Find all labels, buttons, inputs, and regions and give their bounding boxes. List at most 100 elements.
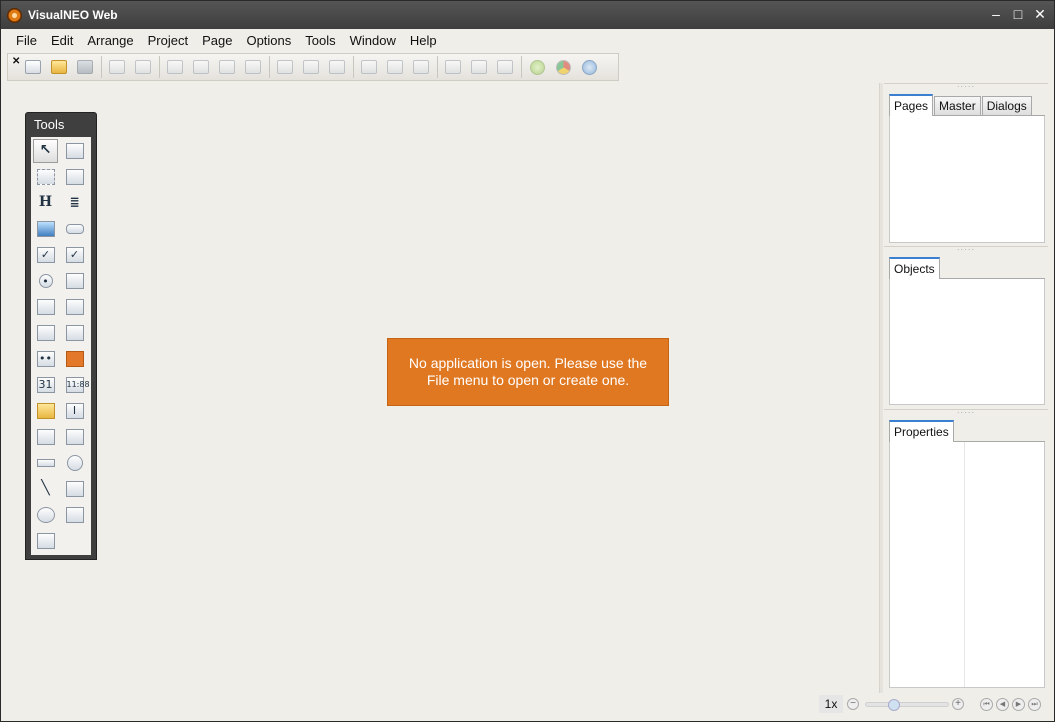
zoom-slider[interactable] bbox=[865, 699, 949, 711]
folder-icon bbox=[36, 403, 55, 419]
send-backward-button[interactable] bbox=[300, 56, 322, 78]
menu-window[interactable]: Window bbox=[343, 30, 403, 52]
no-app-message: No application is open. Please use the F… bbox=[387, 338, 669, 406]
page-import-button[interactable] bbox=[410, 56, 432, 78]
tool-timer[interactable] bbox=[62, 451, 87, 475]
tool-checkbox-alt[interactable]: ✓ bbox=[62, 243, 87, 267]
tool-panel[interactable] bbox=[62, 165, 87, 189]
main-toolbar: ✕ bbox=[7, 53, 619, 81]
tool-date-picker[interactable]: 31 bbox=[33, 373, 58, 397]
copy-button[interactable] bbox=[190, 56, 212, 78]
tool-text-cursor[interactable]: I bbox=[62, 399, 87, 423]
cut-button[interactable] bbox=[164, 56, 186, 78]
tool-heading[interactable]: H bbox=[33, 191, 58, 215]
tool-text-area[interactable] bbox=[62, 295, 87, 319]
tab-dialogs[interactable]: Dialogs bbox=[981, 96, 1032, 115]
panel-grip[interactable]: ····· bbox=[884, 83, 1048, 94]
tools-palette: Tools ↖ H ≣ ✓ ✓ • •• 31 11:88 I ╲ bbox=[25, 112, 97, 560]
preview-ie-button[interactable] bbox=[578, 56, 600, 78]
tool-checkbox[interactable]: ✓ bbox=[33, 243, 58, 267]
properties-panel: ····· Properties bbox=[884, 409, 1048, 688]
paste-button[interactable] bbox=[216, 56, 238, 78]
tool-table[interactable] bbox=[33, 295, 58, 319]
close-button[interactable]: ✕ bbox=[1032, 5, 1048, 23]
zoom-slider-thumb[interactable] bbox=[888, 699, 900, 711]
delete-button[interactable] bbox=[242, 56, 264, 78]
tab-properties[interactable]: Properties bbox=[889, 420, 954, 442]
run-button[interactable] bbox=[468, 56, 490, 78]
tool-slider[interactable] bbox=[33, 451, 58, 475]
tab-master[interactable]: Master bbox=[934, 96, 981, 115]
properties-grid[interactable] bbox=[889, 442, 1045, 688]
tool-password[interactable]: •• bbox=[33, 347, 58, 371]
zoom-out-button[interactable]: − bbox=[847, 698, 859, 710]
window-title: VisualNEO Web bbox=[28, 8, 118, 22]
edge-browser-icon bbox=[529, 59, 545, 75]
new-page-icon bbox=[25, 60, 41, 74]
tool-pointer[interactable]: ↖ bbox=[33, 139, 58, 163]
last-page-button[interactable]: ⏭ bbox=[1028, 698, 1041, 711]
page-settings-button[interactable] bbox=[384, 56, 406, 78]
tool-button[interactable] bbox=[62, 217, 87, 241]
menu-tools[interactable]: Tools bbox=[298, 30, 342, 52]
align-button[interactable] bbox=[326, 56, 348, 78]
tool-polygon[interactable] bbox=[62, 503, 87, 527]
tool-label[interactable] bbox=[33, 321, 58, 345]
tool-input[interactable] bbox=[62, 321, 87, 345]
maximize-button[interactable]: □ bbox=[1010, 5, 1026, 23]
menu-page[interactable]: Page bbox=[195, 30, 239, 52]
tool-container[interactable] bbox=[62, 139, 87, 163]
tool-file-input[interactable] bbox=[33, 399, 58, 423]
open-button[interactable] bbox=[48, 56, 70, 78]
tool-selection-box[interactable] bbox=[33, 165, 58, 189]
save-button[interactable] bbox=[74, 56, 96, 78]
tool-ellipse[interactable] bbox=[33, 503, 58, 527]
panel-splitter[interactable] bbox=[879, 83, 883, 693]
menu-edit[interactable]: Edit bbox=[44, 30, 80, 52]
redo-button[interactable] bbox=[132, 56, 154, 78]
tab-pages[interactable]: Pages bbox=[889, 94, 934, 116]
next-page-button[interactable]: ▶ bbox=[1012, 698, 1025, 711]
tool-rectangle[interactable] bbox=[62, 477, 87, 501]
undo-button[interactable] bbox=[106, 56, 128, 78]
panel-grip[interactable]: ····· bbox=[884, 409, 1048, 420]
window-controls: – □ ✕ bbox=[988, 5, 1048, 23]
link-icon bbox=[36, 429, 55, 445]
tool-radio[interactable]: • bbox=[33, 269, 58, 293]
minimize-button[interactable]: – bbox=[988, 5, 1004, 23]
tool-iframe[interactable] bbox=[33, 529, 58, 553]
status-bar: 1x − + ⏮ ◀ ▶ ⏭ bbox=[1, 693, 1054, 721]
previous-page-button[interactable]: ◀ bbox=[996, 698, 1009, 711]
container-icon bbox=[65, 143, 84, 159]
tool-link[interactable] bbox=[33, 425, 58, 449]
rectangle-icon bbox=[65, 481, 84, 497]
tools-palette-title: Tools bbox=[34, 117, 65, 132]
debug-button[interactable] bbox=[494, 56, 516, 78]
dashed-box-icon bbox=[36, 169, 55, 185]
objects-list[interactable] bbox=[889, 279, 1045, 405]
zoom-in-button[interactable]: + bbox=[952, 698, 964, 710]
tab-objects[interactable]: Objects bbox=[889, 257, 940, 279]
tool-line[interactable]: ╲ bbox=[33, 477, 58, 501]
menu-project[interactable]: Project bbox=[141, 30, 195, 52]
new-page-button[interactable] bbox=[22, 56, 44, 78]
preview-edge-button[interactable] bbox=[526, 56, 548, 78]
menu-file[interactable]: File bbox=[9, 30, 44, 52]
preview-chrome-button[interactable] bbox=[552, 56, 574, 78]
toolbar-close-icon[interactable]: ✕ bbox=[12, 56, 20, 67]
tool-image[interactable] bbox=[33, 217, 58, 241]
tool-listbox[interactable] bbox=[62, 269, 87, 293]
tool-signature[interactable] bbox=[62, 425, 87, 449]
panel-grip[interactable]: ····· bbox=[884, 246, 1048, 257]
tool-color-picker[interactable] bbox=[62, 347, 87, 371]
first-page-button[interactable]: ⏮ bbox=[980, 698, 993, 711]
bring-forward-button[interactable] bbox=[274, 56, 296, 78]
menu-help[interactable]: Help bbox=[403, 30, 444, 52]
tool-paragraph[interactable]: ≣ bbox=[62, 191, 87, 215]
menu-arrange[interactable]: Arrange bbox=[80, 30, 140, 52]
window-button[interactable] bbox=[358, 56, 380, 78]
pages-list[interactable] bbox=[889, 116, 1045, 243]
blank-page-button[interactable] bbox=[442, 56, 464, 78]
tool-time-picker[interactable]: 11:88 bbox=[62, 373, 90, 397]
menu-options[interactable]: Options bbox=[239, 30, 298, 52]
